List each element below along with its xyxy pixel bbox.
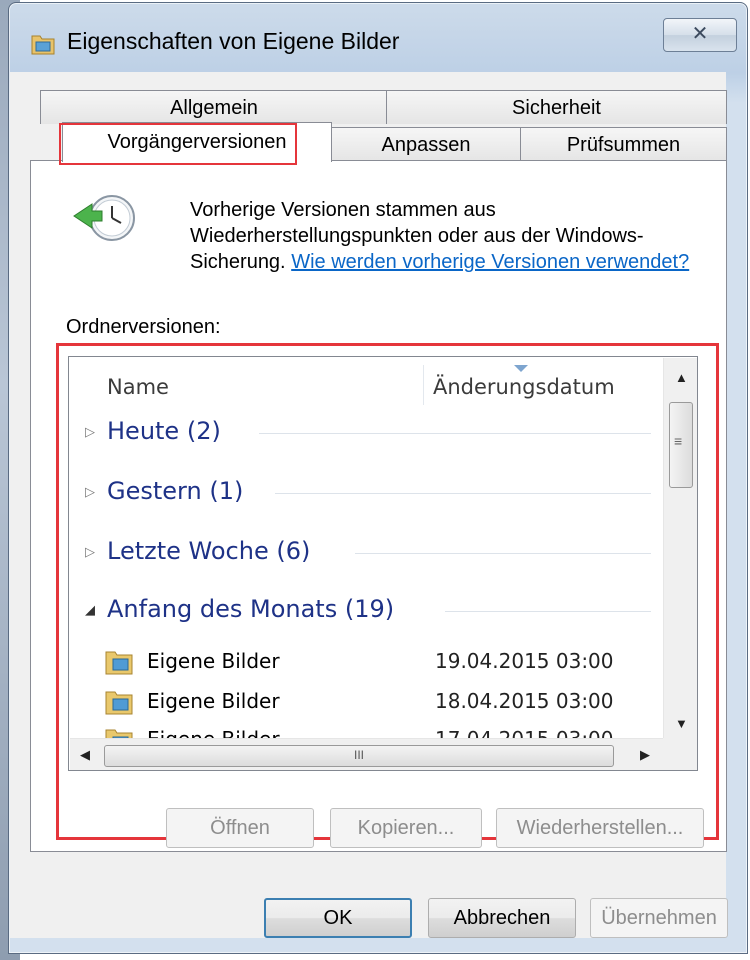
scrollbar-corner (663, 738, 697, 770)
window-title: Eigenschaften von Eigene Bilder (67, 28, 400, 54)
list-item[interactable]: Eigene Bilder 18.04.2015 03:00 (105, 687, 645, 719)
group-divider (275, 493, 651, 494)
scroll-up-arrow-icon[interactable]: ▲ (675, 370, 688, 385)
group-label: Heute (2) (107, 417, 221, 445)
expand-arrow-icon[interactable]: ▷ (85, 545, 107, 560)
group-label: Anfang des Monats (19) (107, 595, 395, 623)
group-letzte-woche[interactable]: ▷ Letzte Woche (6) (85, 537, 310, 565)
list-item[interactable]: Eigene Bilder 19.04.2015 03:00 (105, 647, 645, 679)
item-date: 19.04.2015 03:00 (435, 649, 614, 673)
copy-button[interactable]: Kopieren... (330, 808, 482, 848)
horizontal-scrollbar[interactable]: ◀ III ▶ (70, 738, 663, 770)
close-button[interactable]: ✕ (663, 18, 737, 52)
thumb-grip-icon: III (353, 748, 364, 762)
help-link[interactable]: Wie werden vorherige Versionen verwendet… (291, 251, 689, 273)
group-divider (445, 611, 651, 612)
sort-indicator-icon (514, 365, 528, 372)
tab-sicherheit[interactable]: Sicherheit (386, 90, 727, 124)
group-gestern[interactable]: ▷ Gestern (1) (85, 477, 243, 505)
group-heute[interactable]: ▷ Heute (2) (85, 417, 221, 445)
folder-icon (31, 35, 55, 55)
item-date: 18.04.2015 03:00 (435, 689, 614, 713)
horizontal-scroll-thumb[interactable]: III (104, 745, 614, 767)
ok-button[interactable]: OK (264, 898, 412, 938)
folder-icon (105, 691, 133, 715)
tab-pruefsummen[interactable]: Prüfsummen (520, 127, 727, 161)
column-separator[interactable] (423, 365, 424, 405)
tab-allgemein[interactable]: Allgemein (40, 90, 388, 124)
expand-arrow-icon[interactable]: ▷ (85, 485, 107, 500)
group-divider (259, 433, 651, 434)
group-anfang-des-monats[interactable]: ◢ Anfang des Monats (19) (85, 595, 394, 623)
column-header-name[interactable]: Name (107, 375, 169, 399)
scroll-right-arrow-icon[interactable]: ▶ (640, 747, 650, 763)
group-divider (355, 553, 651, 554)
open-button[interactable]: Öffnen (166, 808, 314, 848)
collapse-arrow-icon[interactable]: ◢ (85, 603, 107, 618)
info-description: Vorherige Versionen stammen aus Wiederhe… (190, 197, 710, 275)
folder-icon (105, 651, 133, 675)
versions-list[interactable]: Name Änderungsdatum ▷ Heute (2) ▷ Gestern … (68, 356, 698, 771)
tab-vorgaengerversionen[interactable]: Vorgängerversionen (62, 122, 332, 162)
group-label: Gestern (1) (107, 477, 244, 505)
title-bar[interactable]: Eigenschaften von Eigene Bilder ✕ (9, 3, 747, 83)
tab-anpassen[interactable]: Anpassen (330, 127, 522, 161)
cancel-button[interactable]: Abbrechen (428, 898, 576, 938)
scroll-left-arrow-icon[interactable]: ◀ (80, 747, 90, 763)
group-label: Letzte Woche (6) (107, 537, 311, 565)
vertical-scrollbar[interactable]: ▲ ≡ ▼ (663, 358, 697, 738)
apply-button[interactable]: Übernehmen (590, 898, 728, 938)
restore-clock-icon (73, 195, 135, 241)
item-name: Eigene Bilder (147, 649, 280, 673)
vertical-scroll-thumb[interactable]: ≡ (669, 402, 693, 488)
scroll-down-arrow-icon[interactable]: ▼ (675, 716, 688, 731)
column-header-date[interactable]: Änderungsdatum (433, 375, 615, 399)
thumb-grip-icon: ≡ (674, 433, 683, 449)
close-icon: ✕ (691, 23, 709, 45)
item-name: Eigene Bilder (147, 689, 280, 713)
expand-arrow-icon[interactable]: ▷ (85, 425, 107, 440)
folder-versions-label: Ordnerversionen: (66, 316, 221, 338)
restore-button[interactable]: Wiederherstellen... (496, 808, 704, 848)
